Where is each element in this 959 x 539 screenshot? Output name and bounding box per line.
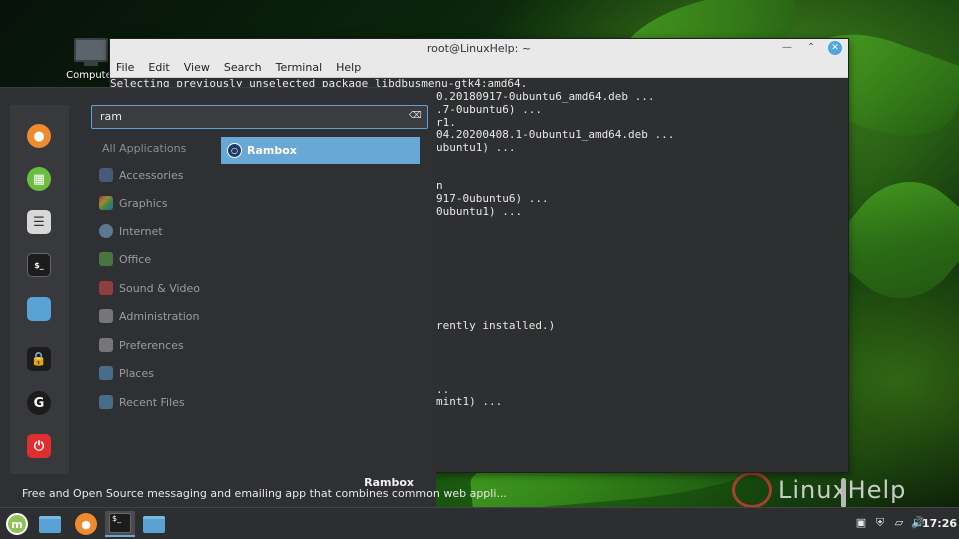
terminal-line: 04.20200408.1-0ubuntu1_amd64.deb ... bbox=[436, 128, 675, 141]
preferences-icon bbox=[99, 338, 113, 352]
taskbar-firefox[interactable]: ● bbox=[71, 511, 101, 537]
category-places[interactable]: Places bbox=[99, 363, 154, 383]
menu-view[interactable]: View bbox=[184, 61, 210, 74]
firefox-icon[interactable]: ● bbox=[27, 124, 51, 148]
files-icon[interactable] bbox=[27, 297, 51, 321]
folder-icon bbox=[143, 515, 165, 533]
search-text: ram bbox=[100, 110, 122, 123]
category-graphics[interactable]: Graphics bbox=[99, 193, 168, 213]
search-result-rambox[interactable]: ○ Rambox bbox=[221, 137, 420, 164]
category-sound-video[interactable]: Sound & Video bbox=[99, 278, 200, 298]
maximize-icon[interactable]: ⌃ bbox=[804, 41, 818, 55]
terminal-line: rently installed.) bbox=[436, 319, 556, 332]
taskbar-files[interactable] bbox=[35, 511, 65, 537]
category-accessories[interactable]: Accessories bbox=[99, 165, 183, 185]
folder-icon bbox=[39, 515, 61, 533]
firefox-icon: ● bbox=[75, 513, 97, 535]
terminal-scrollbar[interactable] bbox=[841, 478, 846, 508]
menu-file[interactable]: File bbox=[116, 61, 134, 74]
terminal-line: n bbox=[436, 179, 443, 192]
menu-help[interactable]: Help bbox=[336, 61, 361, 74]
settings-icon[interactable]: ☰ bbox=[27, 210, 51, 234]
taskbar: m ● $_ ▣ ⛨ ▱ 🔊 17:26 bbox=[0, 507, 959, 539]
terminal-icon: $_ bbox=[109, 513, 131, 533]
terminal-line: 0.20180917-0ubuntu6_amd64.deb ... bbox=[436, 90, 655, 103]
favorites-bar: ● ▦ ☰ $_ 🔒 G ⏻ bbox=[10, 105, 69, 474]
menu-terminal[interactable]: Terminal bbox=[276, 61, 323, 74]
menu-button[interactable]: m bbox=[2, 511, 32, 537]
minimize-icon[interactable]: — bbox=[780, 41, 794, 55]
menu-edit[interactable]: Edit bbox=[148, 61, 169, 74]
software-manager-icon[interactable]: ▦ bbox=[27, 167, 51, 191]
monitor-icon bbox=[74, 38, 108, 62]
terminal-icon[interactable]: $_ bbox=[27, 253, 51, 277]
power-icon[interactable]: ⏻ bbox=[27, 434, 51, 458]
linux-mint-icon: m bbox=[6, 513, 28, 535]
clock[interactable]: 17:26 bbox=[922, 517, 957, 530]
office-icon bbox=[99, 252, 113, 266]
administration-icon bbox=[99, 309, 113, 323]
update-icon[interactable]: ▣ bbox=[854, 516, 868, 530]
terminal-title: root@LinuxHelp: ~ bbox=[426, 42, 532, 55]
terminal-line: .7-0ubuntu6) ... bbox=[436, 103, 542, 116]
application-menu: ● ▦ ☰ $_ 🔒 G ⏻ ram ⌫ All Applications Ac… bbox=[0, 87, 507, 507]
close-icon[interactable]: ✕ bbox=[828, 41, 842, 55]
rambox-icon: ○ bbox=[227, 143, 242, 158]
terminal-line: 0ubuntu1) ... bbox=[436, 205, 523, 218]
terminal-titlebar[interactable]: root@LinuxHelp: ~ — ⌃ ✕ bbox=[110, 39, 848, 58]
result-label: Rambox bbox=[247, 144, 297, 157]
linuxhelp-watermark: LinuxHelp bbox=[732, 470, 922, 510]
menu-search[interactable]: Search bbox=[224, 61, 262, 74]
lock-icon[interactable]: 🔒 bbox=[27, 347, 51, 371]
taskbar-files-2[interactable] bbox=[139, 511, 169, 537]
terminal-line: mint1) ... bbox=[436, 395, 503, 408]
terminal-line: 917-0ubuntu6) ... bbox=[436, 192, 549, 205]
accessories-icon bbox=[99, 168, 113, 182]
watermark-logo-icon bbox=[732, 472, 772, 508]
shield-icon[interactable]: ⛨ bbox=[873, 516, 887, 530]
search-input[interactable]: ram ⌫ bbox=[91, 105, 428, 129]
taskbar-terminal[interactable]: $_ bbox=[105, 511, 135, 537]
category-internet[interactable]: Internet bbox=[99, 221, 163, 241]
clear-search-icon[interactable]: ⌫ bbox=[409, 111, 422, 122]
sound-video-icon bbox=[99, 281, 113, 295]
category-administration[interactable]: Administration bbox=[99, 306, 200, 326]
terminal-menubar: File Edit View Search Terminal Help bbox=[110, 58, 848, 78]
category-office[interactable]: Office bbox=[99, 249, 151, 269]
folder-icon bbox=[99, 366, 113, 380]
folder-icon bbox=[99, 395, 113, 409]
logout-icon[interactable]: G bbox=[27, 391, 51, 415]
app-description: Free and Open Source messaging and email… bbox=[22, 487, 507, 500]
category-preferences[interactable]: Preferences bbox=[99, 335, 184, 355]
category-recent-files[interactable]: Recent Files bbox=[99, 392, 185, 412]
graphics-icon bbox=[99, 196, 113, 210]
category-all-applications[interactable]: All Applications bbox=[102, 138, 186, 158]
internet-icon bbox=[99, 224, 113, 238]
terminal-line: ubuntu1) ... bbox=[436, 141, 516, 154]
network-icon[interactable]: ▱ bbox=[892, 516, 906, 530]
